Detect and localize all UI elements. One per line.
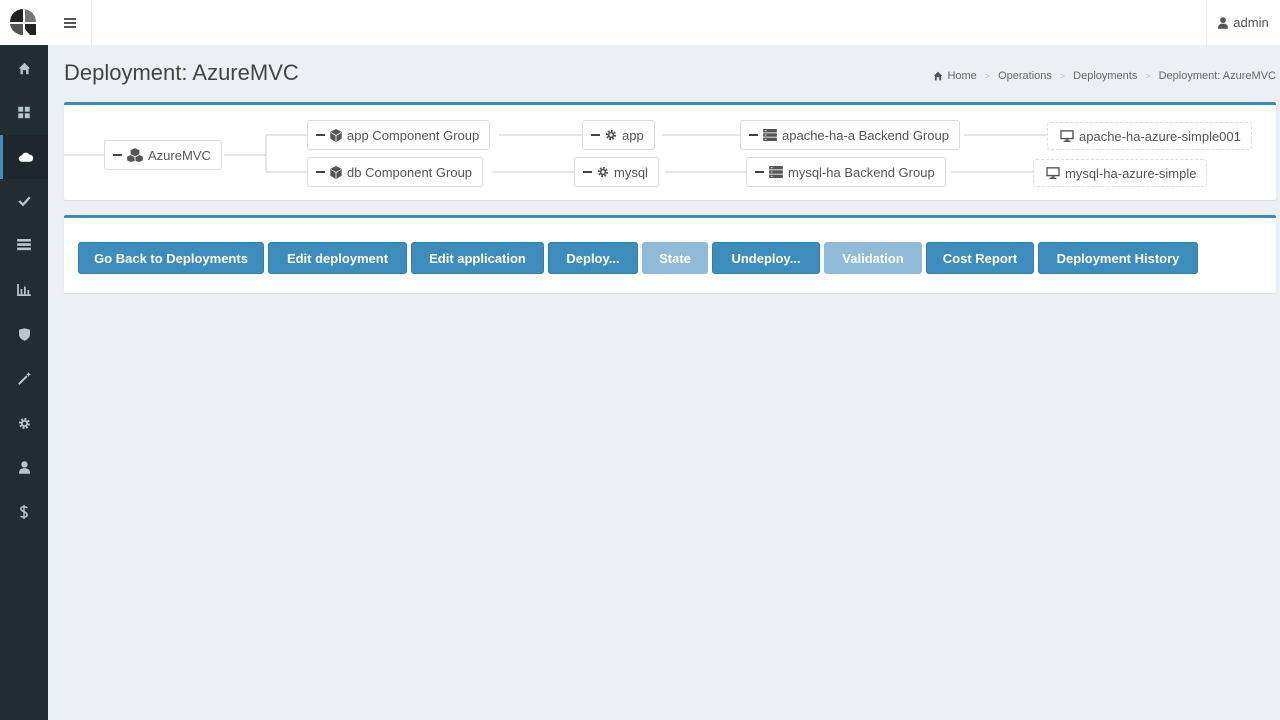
sidebar-item-reports[interactable] xyxy=(0,268,48,312)
collapse-icon[interactable] xyxy=(749,134,758,136)
tree-connectors xyxy=(64,134,1047,173)
sidebar-item-dashboard[interactable] xyxy=(0,90,48,134)
sidebar-item-catalog[interactable] xyxy=(0,223,48,267)
breadcrumb-home[interactable]: Home xyxy=(933,70,977,82)
tree-node-vm[interactable]: mysql-ha-azure-simple xyxy=(1033,159,1208,187)
tree-node-label: app Component Group xyxy=(347,127,480,143)
breadcrumb-deployments[interactable]: Deployments xyxy=(1073,70,1137,82)
desktop-icon xyxy=(1046,167,1060,179)
tree-node-label: AzureMVC xyxy=(148,147,211,163)
edit-application-button[interactable]: Edit application xyxy=(411,242,544,274)
collapse-icon[interactable] xyxy=(755,171,764,173)
tree-node-label: mysql xyxy=(614,164,648,180)
cost-report-button[interactable]: Cost Report xyxy=(926,242,1034,274)
breadcrumb-operations[interactable]: Operations xyxy=(998,70,1052,82)
list-icon xyxy=(17,239,31,251)
magic-wand-icon xyxy=(17,371,31,385)
edit-deployment-button[interactable]: Edit deployment xyxy=(268,242,407,274)
tree-node-vm[interactable]: apache-ha-azure-simple001 xyxy=(1047,122,1252,150)
dollar-icon xyxy=(20,505,28,519)
tree-node-component-group[interactable]: app Component Group xyxy=(307,120,491,150)
tree-node-backend-group[interactable]: apache-ha-a Backend Group xyxy=(740,120,960,150)
sidebar-item-home[interactable] xyxy=(0,46,48,90)
user-icon xyxy=(18,460,30,474)
sidebar-item-tasks[interactable] xyxy=(0,179,48,223)
home-icon xyxy=(934,71,943,81)
collapse-icon[interactable] xyxy=(591,134,600,136)
tree-node-label: mysql-ha Backend Group xyxy=(788,164,935,180)
go-back-to-deployments-button[interactable]: Go Back to Deployments xyxy=(78,242,264,274)
app-logo[interactable] xyxy=(0,0,48,45)
dashboard-icon xyxy=(18,106,30,118)
cube-icon xyxy=(330,165,342,179)
shield-icon xyxy=(18,327,30,341)
collapse-icon[interactable] xyxy=(583,171,592,173)
breadcrumb-separator: > xyxy=(1145,71,1151,81)
tree-node-label: apache-ha-azure-simple001 xyxy=(1079,128,1241,144)
breadcrumb-current: Deployment: AzureMVC xyxy=(1158,70,1276,82)
server-icon xyxy=(763,129,777,141)
cubes-icon xyxy=(127,148,143,162)
sidebar-item-wizard[interactable] xyxy=(0,356,48,400)
deployment-actions-box: Go Back to Deployments Edit deployment E… xyxy=(64,215,1276,293)
sidebar-item-users[interactable] xyxy=(0,445,48,489)
sidebar-item-settings[interactable] xyxy=(0,401,48,445)
gear-icon xyxy=(597,166,609,178)
page-title: Deployment: AzureMVC xyxy=(64,60,299,85)
user-name: admin xyxy=(1233,15,1269,30)
breadcrumb-separator: > xyxy=(984,71,991,81)
breadcrumb: Home > Operations > Deployments > Deploy… xyxy=(933,70,1276,82)
sidebar-item-deployments[interactable] xyxy=(0,135,48,179)
collapse-icon[interactable] xyxy=(113,154,122,156)
validation-button[interactable]: Validation xyxy=(824,242,922,274)
sidebar xyxy=(0,0,48,720)
user-icon xyxy=(1218,16,1229,29)
sidebar-item-security[interactable] xyxy=(0,312,48,356)
undeploy-button[interactable]: Undeploy... xyxy=(712,242,820,274)
gear-icon xyxy=(18,417,30,429)
state-button[interactable]: State xyxy=(642,242,708,274)
deployment-tree-box: AzureMVC app Component Group db Componen… xyxy=(64,102,1276,200)
sidebar-toggle-button[interactable] xyxy=(48,0,92,45)
tree-node-label: apache-ha-a Backend Group xyxy=(782,127,949,143)
bars-icon xyxy=(63,17,76,28)
tree-node-component[interactable]: app xyxy=(582,120,655,150)
tree-node-label: db Component Group xyxy=(347,164,473,180)
user-menu[interactable]: admin xyxy=(1206,0,1280,45)
tree-node-label: mysql-ha-azure-simple xyxy=(1065,165,1197,181)
tree-node-deployment[interactable]: AzureMVC xyxy=(104,140,222,170)
cube-icon xyxy=(330,128,342,142)
tree-node-component[interactable]: mysql xyxy=(574,157,659,187)
tree-node-label: app xyxy=(622,127,644,143)
check-icon xyxy=(17,196,31,207)
cloud-icon xyxy=(18,152,33,162)
deployment-history-button[interactable]: Deployment History xyxy=(1038,242,1198,274)
sidebar-item-billing[interactable] xyxy=(0,490,48,534)
tree-node-component-group[interactable]: db Component Group xyxy=(307,157,484,187)
home-icon xyxy=(18,62,30,74)
collapse-icon[interactable] xyxy=(316,134,325,136)
tree-node-backend-group[interactable]: mysql-ha Backend Group xyxy=(746,157,946,187)
bar-chart-icon xyxy=(17,284,31,296)
breadcrumb-separator: > xyxy=(1059,71,1066,81)
deploy-button[interactable]: Deploy... xyxy=(548,242,638,274)
desktop-icon xyxy=(1060,130,1074,142)
server-icon xyxy=(769,166,783,178)
top-navbar: admin xyxy=(48,0,1280,45)
gear-icon xyxy=(605,129,617,141)
collapse-icon[interactable] xyxy=(316,171,325,173)
